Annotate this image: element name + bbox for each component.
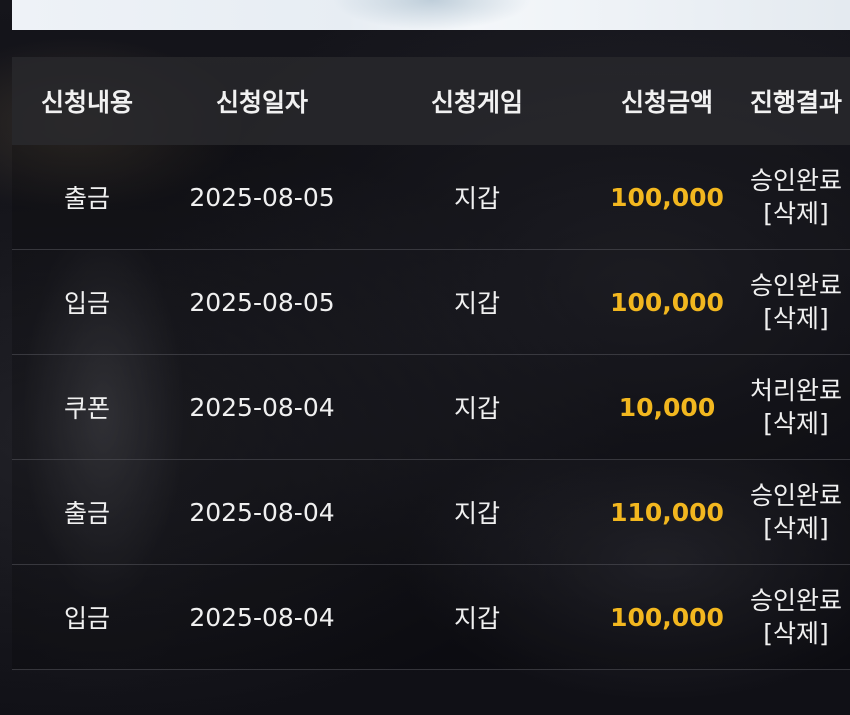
cell-request-game: 지갑: [453, 499, 500, 528]
cell-request-game: 지갑: [453, 394, 500, 423]
table-row: 출금 2025-08-04 지갑 110,000 승인완료 [삭제]: [12, 460, 850, 565]
delete-button[interactable]: [삭제]: [763, 407, 829, 440]
cell-request-amount: 100,000: [610, 182, 724, 212]
cell-progress-result: 승인완료 [삭제]: [742, 584, 850, 650]
cell-progress-result: 승인완료 [삭제]: [742, 269, 850, 335]
header-request-type: 신청내용: [40, 88, 133, 117]
cell-progress-result: 승인완료 [삭제]: [742, 479, 850, 545]
header-request-amount: 신청금액: [620, 88, 713, 117]
request-history-table: 신청내용 신청일자 신청게임 신청금액 진행결과 출금 2025-08-05 지…: [12, 57, 850, 670]
cell-request-date: 2025-08-04: [189, 602, 335, 632]
delete-button[interactable]: [삭제]: [763, 512, 829, 545]
cell-request-amount: 100,000: [610, 287, 724, 317]
status-text: 승인완료: [749, 586, 842, 615]
table-row: 쿠폰 2025-08-04 지갑 10,000 처리완료 [삭제]: [12, 355, 850, 460]
cell-request-amount: 10,000: [618, 392, 716, 422]
delete-button[interactable]: [삭제]: [763, 302, 829, 335]
cell-request-date: 2025-08-05: [189, 182, 335, 212]
header-progress-result: 진행결과: [749, 88, 842, 117]
cell-request-type: 쿠폰: [63, 394, 110, 423]
cell-progress-result: 처리완료 [삭제]: [742, 374, 850, 440]
header-request-date: 신청일자: [215, 88, 308, 117]
table-row: 출금 2025-08-05 지갑 100,000 승인완료 [삭제]: [12, 145, 850, 250]
top-banner: [12, 0, 850, 30]
header-request-game: 신청게임: [430, 88, 523, 117]
cell-request-amount: 110,000: [610, 497, 724, 527]
cell-request-amount: 100,000: [610, 602, 724, 632]
status-text: 처리완료: [749, 376, 842, 405]
status-text: 승인완료: [749, 271, 842, 300]
table-row: 입금 2025-08-05 지갑 100,000 승인완료 [삭제]: [12, 250, 850, 355]
cell-progress-result: 승인완료 [삭제]: [742, 164, 850, 230]
banner-glow: [332, 0, 532, 30]
delete-button[interactable]: [삭제]: [763, 617, 829, 650]
table-row: 입금 2025-08-04 지갑 100,000 승인완료 [삭제]: [12, 565, 850, 670]
cell-request-type: 입금: [63, 289, 110, 318]
page: 신청내용 신청일자 신청게임 신청금액 진행결과 출금 2025-08-05 지…: [0, 0, 850, 715]
status-text: 승인완료: [749, 166, 842, 195]
cell-request-game: 지갑: [453, 604, 500, 633]
cell-request-date: 2025-08-04: [189, 497, 335, 527]
cell-request-type: 출금: [63, 499, 110, 528]
delete-button[interactable]: [삭제]: [763, 197, 829, 230]
table-header: 신청내용 신청일자 신청게임 신청금액 진행결과: [12, 57, 850, 145]
cell-request-date: 2025-08-05: [189, 287, 335, 317]
cell-request-type: 출금: [63, 184, 110, 213]
cell-request-type: 입금: [63, 604, 110, 633]
cell-request-game: 지갑: [453, 184, 500, 213]
cell-request-date: 2025-08-04: [189, 392, 335, 422]
cell-request-game: 지갑: [453, 289, 500, 318]
status-text: 승인완료: [749, 481, 842, 510]
